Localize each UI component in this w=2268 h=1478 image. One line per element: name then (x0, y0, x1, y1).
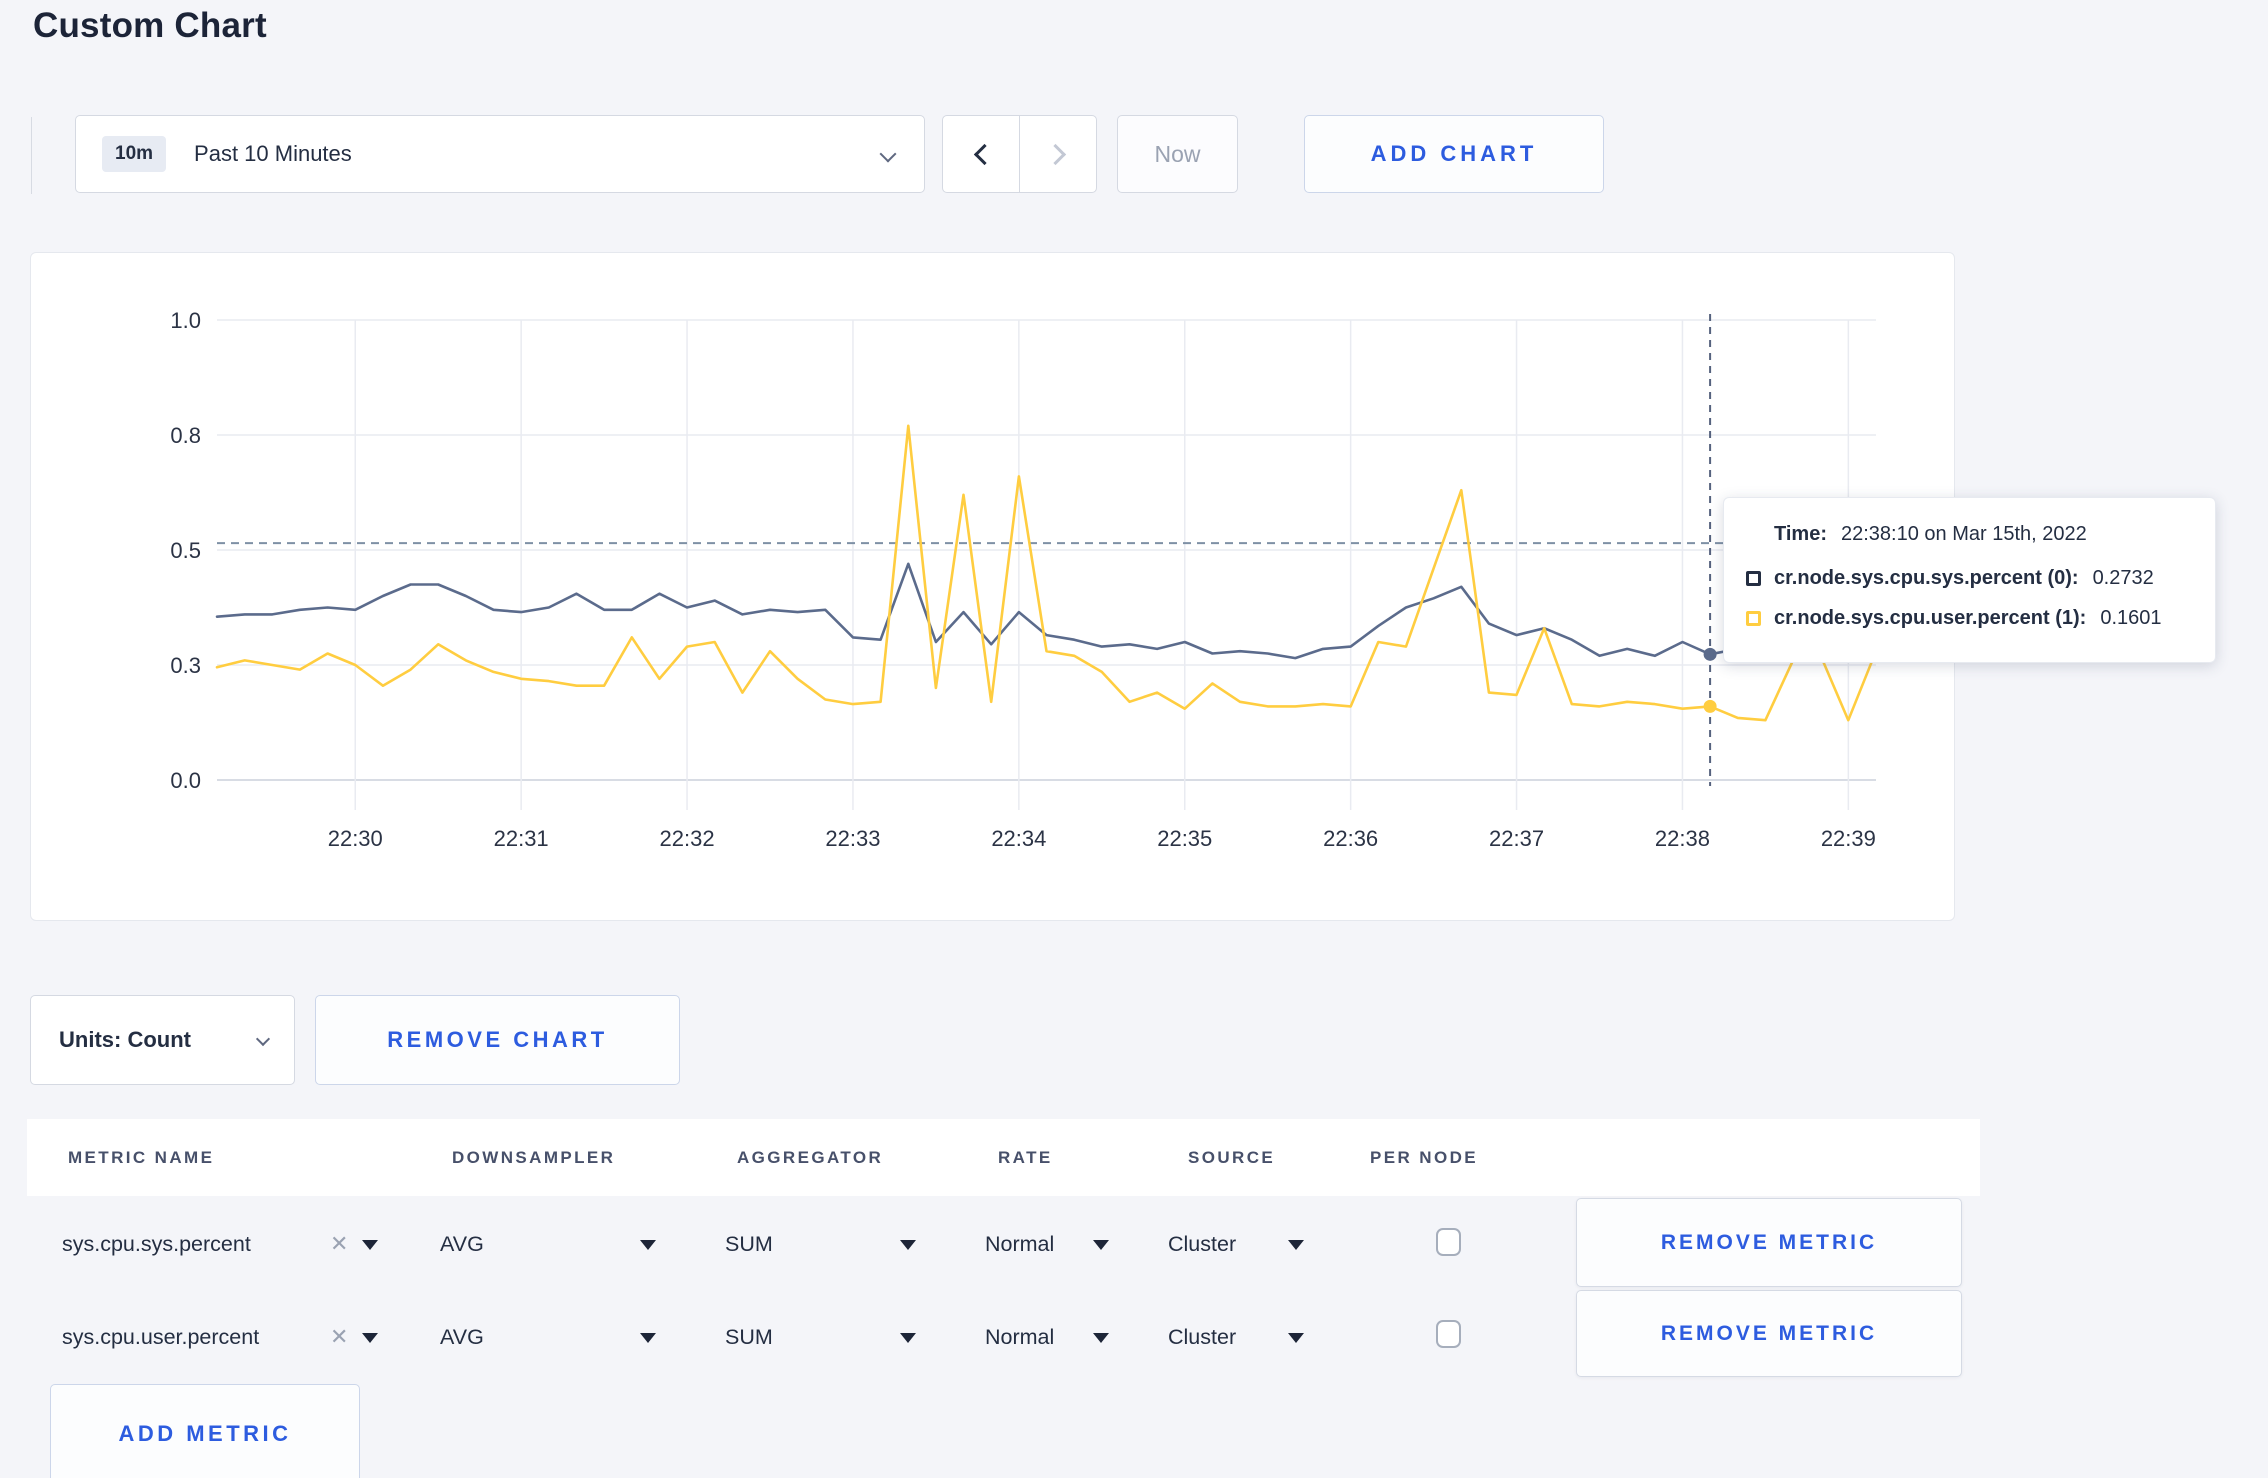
add-chart-button[interactable]: ADD CHART (1304, 115, 1604, 193)
custom-chart-page: Custom Chart 10m Past 10 Minutes Now ADD… (0, 0, 2268, 1478)
rate-select[interactable]: Normal (985, 1325, 1054, 1350)
remove-chart-button[interactable]: REMOVE CHART (315, 995, 680, 1085)
caret-down-icon[interactable] (362, 1240, 378, 1250)
column-header-downsampler: DOWNSAMPLER (452, 1148, 616, 1167)
tooltip-time-label: Time: (1774, 523, 1827, 545)
series-swatch-icon (1746, 571, 1761, 586)
downsampler-select[interactable]: AVG (440, 1325, 484, 1350)
remove-metric-label: REMOVE METRIC (1660, 1321, 1878, 1345)
svg-text:0.3: 0.3 (170, 653, 201, 678)
add-metric-label: ADD METRIC (118, 1421, 292, 1446)
time-range-badge: 10m (102, 136, 167, 172)
caret-down-icon[interactable] (900, 1333, 916, 1343)
svg-text:1.0: 1.0 (170, 308, 201, 333)
time-nav-group (942, 115, 1097, 193)
tooltip-series-row: cr.node.sys.cpu.user.percent (1): 0.1601 (1746, 607, 2191, 630)
column-header-rate: RATE (998, 1148, 1053, 1167)
remove-metric-button[interactable]: REMOVE METRIC (1576, 1290, 1962, 1377)
caret-down-icon[interactable] (1288, 1333, 1304, 1343)
caret-down-icon[interactable] (1093, 1333, 1109, 1343)
tooltip-time-value: 22:38:10 on Mar 15th, 2022 (1840, 523, 2087, 545)
tooltip-series-value: 0.2732 (2092, 567, 2154, 589)
time-next-button[interactable] (1020, 116, 1096, 192)
column-header-per-node: PER NODE (1370, 1148, 1478, 1167)
aggregator-select[interactable]: SUM (725, 1232, 773, 1257)
svg-text:22:38: 22:38 (1655, 826, 1710, 851)
tooltip-series-name: cr.node.sys.cpu.sys.percent (0): (1774, 567, 2079, 589)
svg-text:22:32: 22:32 (660, 826, 715, 851)
svg-text:0.5: 0.5 (170, 538, 201, 563)
chart-card: 1.0 0.8 0.5 0.3 0.0 22:30 22:31 22:32 22:33 22:34… (30, 252, 1955, 921)
svg-text:22:34: 22:34 (991, 826, 1046, 851)
chevron-down-icon (879, 145, 897, 163)
metric-name-select[interactable]: sys.cpu.user.percent (62, 1325, 259, 1350)
svg-text:22:30: 22:30 (328, 826, 383, 851)
units-label: Units: Count (59, 1027, 191, 1052)
svg-text:22:36: 22:36 (1323, 826, 1378, 851)
time-prev-button[interactable] (943, 116, 1020, 192)
add-chart-label: ADD CHART (1370, 141, 1538, 166)
column-header-source: SOURCE (1188, 1148, 1276, 1167)
caret-down-icon[interactable] (640, 1240, 656, 1250)
rate-select[interactable]: Normal (985, 1232, 1054, 1257)
downsampler-select[interactable]: AVG (440, 1232, 484, 1257)
caret-down-icon[interactable] (640, 1333, 656, 1343)
chevron-left-icon (973, 143, 995, 165)
chart-tooltip: Time: 22:38:10 on Mar 15th, 2022 cr.node… (1723, 497, 2216, 663)
remove-metric-button[interactable]: REMOVE METRIC (1576, 1198, 1962, 1287)
metrics-chart[interactable]: 1.0 0.8 0.5 0.3 0.0 22:30 22:31 22:32 22:33 22:34… (31, 253, 1956, 922)
svg-text:22:35: 22:35 (1157, 826, 1212, 851)
caret-down-icon[interactable] (1093, 1240, 1109, 1250)
per-node-checkbox[interactable] (1436, 1228, 1461, 1256)
chevron-right-icon (1044, 143, 1066, 165)
svg-text:0.0: 0.0 (170, 768, 201, 793)
metric-name-select[interactable]: sys.cpu.sys.percent (62, 1232, 251, 1257)
time-range-label: Past 10 Minutes (194, 141, 352, 166)
svg-text:22:33: 22:33 (825, 826, 880, 851)
add-metric-button[interactable]: ADD METRIC (50, 1384, 360, 1478)
chevron-down-icon (255, 1031, 271, 1047)
series-swatch-icon (1746, 611, 1761, 626)
source-select[interactable]: Cluster (1168, 1232, 1236, 1257)
tooltip-series-row: cr.node.sys.cpu.sys.percent (0): 0.2732 (1746, 567, 2191, 590)
remove-metric-label: REMOVE METRIC (1660, 1230, 1878, 1254)
remove-chart-label: REMOVE CHART (387, 1027, 608, 1052)
caret-down-icon[interactable] (362, 1333, 378, 1343)
caret-down-icon[interactable] (1288, 1240, 1304, 1250)
svg-text:22:31: 22:31 (494, 826, 549, 851)
aggregator-select[interactable]: SUM (725, 1325, 773, 1350)
tooltip-series-value: 0.1601 (2100, 607, 2162, 629)
source-select[interactable]: Cluster (1168, 1325, 1236, 1350)
clear-metric-icon[interactable]: ✕ (330, 1324, 348, 1350)
tooltip-series-name: cr.node.sys.cpu.user.percent (1): (1774, 607, 2087, 629)
tooltip-time-row: Time: 22:38:10 on Mar 15th, 2022 (1774, 523, 2191, 546)
time-range-select[interactable]: 10m Past 10 Minutes (75, 115, 925, 193)
now-button[interactable]: Now (1117, 115, 1238, 193)
units-select[interactable]: Units: Count (30, 995, 295, 1085)
svg-text:22:39: 22:39 (1821, 826, 1876, 851)
now-button-label: Now (1154, 140, 1201, 167)
page-title: Custom Chart (33, 6, 267, 45)
toolbar-divider (31, 117, 32, 194)
svg-text:0.8: 0.8 (170, 423, 201, 448)
svg-text:22:37: 22:37 (1489, 826, 1544, 851)
clear-metric-icon[interactable]: ✕ (330, 1231, 348, 1257)
per-node-checkbox[interactable] (1436, 1320, 1461, 1348)
caret-down-icon[interactable] (900, 1240, 916, 1250)
column-header-aggregator: AGGREGATOR (737, 1148, 884, 1167)
column-header-metric-name: METRIC NAME (68, 1148, 215, 1167)
